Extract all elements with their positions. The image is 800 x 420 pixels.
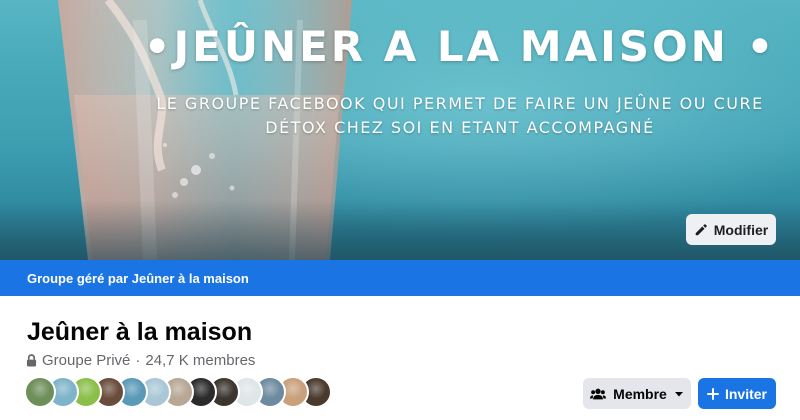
cover-bottom-shade: [0, 200, 800, 260]
group-meta: Groupe Privé · 24,7 K membres: [26, 352, 255, 369]
cover-subtitle-line-1: LE GROUPE FACEBOOK QUI PERMET DE FAIRE U…: [156, 94, 764, 113]
invite-label: Inviter: [724, 385, 767, 402]
cover-subtitle: LE GROUPE FACEBOOK QUI PERMET DE FAIRE U…: [130, 92, 790, 140]
member-count[interactable]: 24,7 K membres: [145, 352, 255, 369]
pencil-icon: [695, 223, 707, 235]
cover-subtitle-line-2: DÉTOX CHEZ SOI EN ETANT ACCOMPAGNÉ: [265, 118, 655, 137]
member-avatars[interactable]: [24, 376, 332, 410]
invite-button[interactable]: Inviter: [698, 378, 776, 409]
edit-cover-button[interactable]: Modifier: [686, 214, 776, 245]
group-title[interactable]: Jeûner à la maison: [27, 318, 252, 347]
caret-down-icon: [674, 391, 683, 396]
member-status-label: Membre: [613, 385, 667, 402]
edit-cover-label: Modifier: [713, 221, 769, 238]
plus-icon: [706, 387, 719, 400]
meta-separator: ·: [135, 352, 141, 369]
lock-icon: [26, 354, 37, 367]
members-icon: [590, 388, 607, 399]
member-avatar-1[interactable]: [24, 376, 56, 408]
cover-photo: •JEÛNER A LA MAISON • LE GROUPE FACEBOOK…: [0, 0, 800, 260]
managed-by-text: Groupe géré par Jeûner à la maison: [27, 270, 249, 286]
member-status-button[interactable]: Membre: [583, 378, 691, 409]
managed-by-banner[interactable]: Groupe géré par Jeûner à la maison: [0, 260, 800, 296]
cover-title: •JEÛNER A LA MAISON •: [143, 22, 777, 71]
group-privacy: Groupe Privé: [42, 352, 131, 369]
